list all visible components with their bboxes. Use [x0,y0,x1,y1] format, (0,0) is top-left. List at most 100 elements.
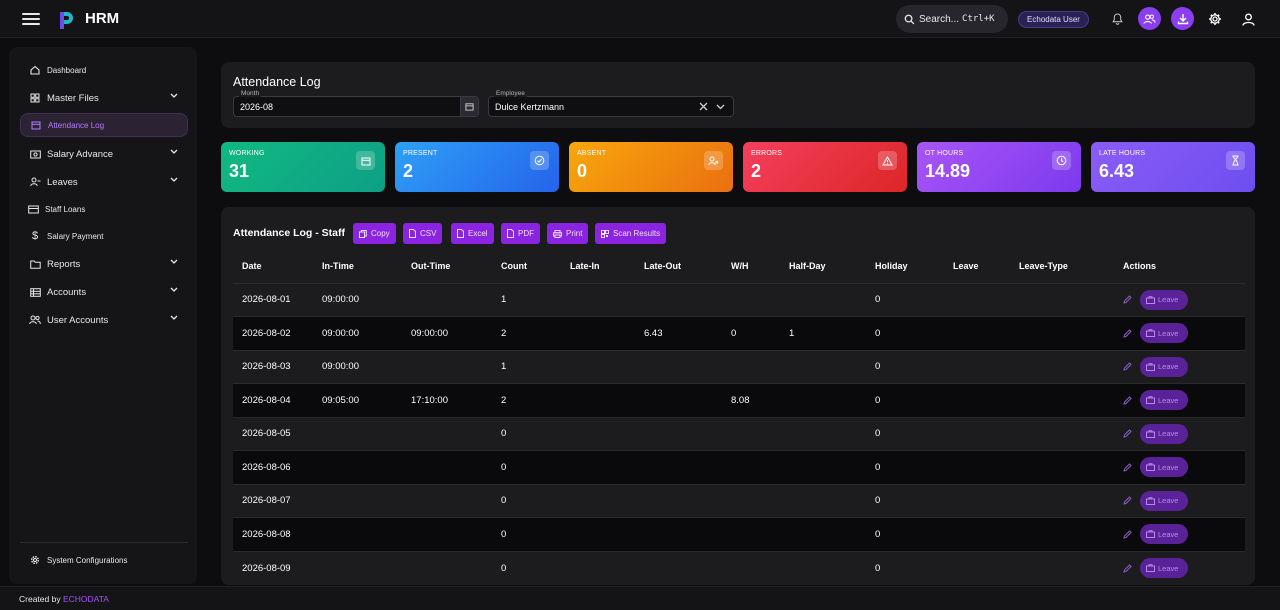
table-cell [561,450,635,484]
column-header[interactable]: Leave [944,250,1010,283]
table-row: 2026-08-02 09:00:00 09:00:00 2 6.43 0 1 0 Leave [233,316,1245,350]
table-cell: 8.08 [722,383,780,417]
table-header-row: Date In-Time Out-Time Count Late-In Late… [233,250,1245,283]
csv-button[interactable]: CSV [403,223,443,244]
edit-icon[interactable] [1123,295,1132,304]
search-shortcut: Ctrl+K [962,14,995,24]
column-header[interactable]: Holiday [866,250,944,283]
table-cell: 2026-08-05 [233,416,313,451]
stat-ot-hours: OT HOURS 14.89 [917,142,1081,192]
column-header[interactable]: W/H [722,250,780,283]
scan-results-button[interactable]: Scan Results [595,223,667,244]
card-icon [27,203,39,215]
users-icon[interactable] [1138,7,1161,30]
leave-button[interactable]: Leave [1140,390,1188,411]
gear-icon[interactable] [1204,8,1226,30]
month-field[interactable]: Month 2026-08 [233,90,479,117]
sidebar-item-attendance-log[interactable]: Attendance Log [20,113,188,137]
actions-cell: Leave [1114,282,1245,317]
leave-button-label: Leave [1158,462,1179,472]
search-label: Search... [919,13,960,25]
edit-icon[interactable] [1123,563,1132,573]
actions-group: Leave [1123,490,1245,511]
sidebar: Dashboard Master Files Attendance Log Sa… [9,47,197,584]
column-header[interactable]: In-Time [313,250,402,283]
table-cell [780,416,866,451]
column-header[interactable]: Half-Day [780,250,866,283]
clear-icon[interactable] [699,102,708,111]
table-cell [944,282,1010,317]
edit-icon[interactable] [1123,329,1132,338]
table-cell: 2 [492,316,561,350]
column-header[interactable]: Late-In [561,250,635,283]
grid-icon [29,92,41,104]
table-cell [722,282,780,317]
leave-button-label: Leave [1158,395,1179,405]
actions-group: Leave [1123,323,1245,344]
table-cell [635,349,722,384]
sidebar-item-user-accounts[interactable]: User Accounts [20,308,188,332]
edit-icon[interactable] [1123,429,1132,438]
stat-working: WORKING 31 [221,142,385,192]
calendar-icon[interactable] [460,97,478,116]
edit-icon[interactable] [1123,362,1132,371]
download-icon[interactable] [1171,7,1194,30]
print-button[interactable]: Print [547,223,589,244]
search-button[interactable]: Search... Ctrl+K [896,5,1008,33]
leave-button[interactable]: Leave [1140,490,1188,511]
column-header[interactable]: Leave-Type [1010,250,1114,283]
leave-button[interactable]: Leave [1140,457,1188,478]
column-header[interactable]: Out-Time [402,250,492,283]
edit-icon[interactable] [1123,530,1132,539]
sidebar-item-system-configurations[interactable]: System Configurations [20,548,188,572]
sidebar-item-reports[interactable]: Reports [20,252,188,276]
file-icon [507,229,514,238]
leave-button-label: Leave [1158,295,1179,305]
sidebar-item-master-files[interactable]: Master Files [20,86,188,110]
table-cell [561,550,635,585]
copy-icon [359,229,367,238]
leave-button[interactable]: Leave [1140,524,1188,545]
leave-button[interactable]: Leave [1140,356,1188,377]
sidebar-item-accounts[interactable]: Accounts [20,280,188,304]
actions-group: Leave [1123,524,1245,545]
leave-button[interactable]: Leave [1140,558,1188,578]
column-header[interactable]: Date [233,250,313,283]
menu-icon[interactable] [22,11,40,27]
excel-button[interactable]: Excel [451,223,494,244]
leave-button[interactable]: Leave [1140,289,1188,310]
actions-cell: Leave [1114,416,1245,451]
user-icon[interactable] [1237,8,1259,30]
ledger-icon [29,286,41,298]
sidebar-item-salary-payment[interactable]: $ Salary Payment [20,224,188,248]
employee-select[interactable]: Employee Dulce Kertzmann [488,90,734,117]
table-cell [1010,550,1114,585]
table-cell: 0 [492,517,561,551]
edit-icon[interactable] [1123,496,1132,505]
column-header[interactable]: Late-Out [635,250,722,283]
stat-value: 0 [577,161,588,181]
sidebar-item-leaves[interactable]: Leaves [20,170,188,194]
actions-cell: Leave [1114,550,1245,585]
hourglass-icon [1226,151,1245,170]
sidebar-item-salary-advance[interactable]: Salary Advance [20,142,188,166]
pdf-button[interactable]: PDF [501,223,540,244]
footer-link[interactable]: ECHODATA [63,594,109,604]
bell-icon[interactable] [1106,8,1128,30]
edit-icon[interactable] [1123,463,1132,472]
table-cell [402,483,492,518]
user-badge[interactable]: Echodata User [1018,11,1089,28]
chevron-down-icon[interactable] [716,104,725,110]
leave-button[interactable]: Leave [1140,323,1188,344]
column-header[interactable]: Count [492,250,561,283]
leave-button[interactable]: Leave [1140,423,1188,444]
sidebar-item-label: Salary Payment [47,231,104,241]
table-cell [402,550,492,585]
table-cell [561,483,635,518]
copy-button[interactable]: Copy [353,223,396,244]
sidebar-item-dashboard[interactable]: Dashboard [20,58,188,82]
edit-icon[interactable] [1123,396,1132,405]
table-cell [561,349,635,384]
sidebar-item-staff-loans[interactable]: Staff Loans [20,197,188,221]
table-cell [313,517,402,551]
